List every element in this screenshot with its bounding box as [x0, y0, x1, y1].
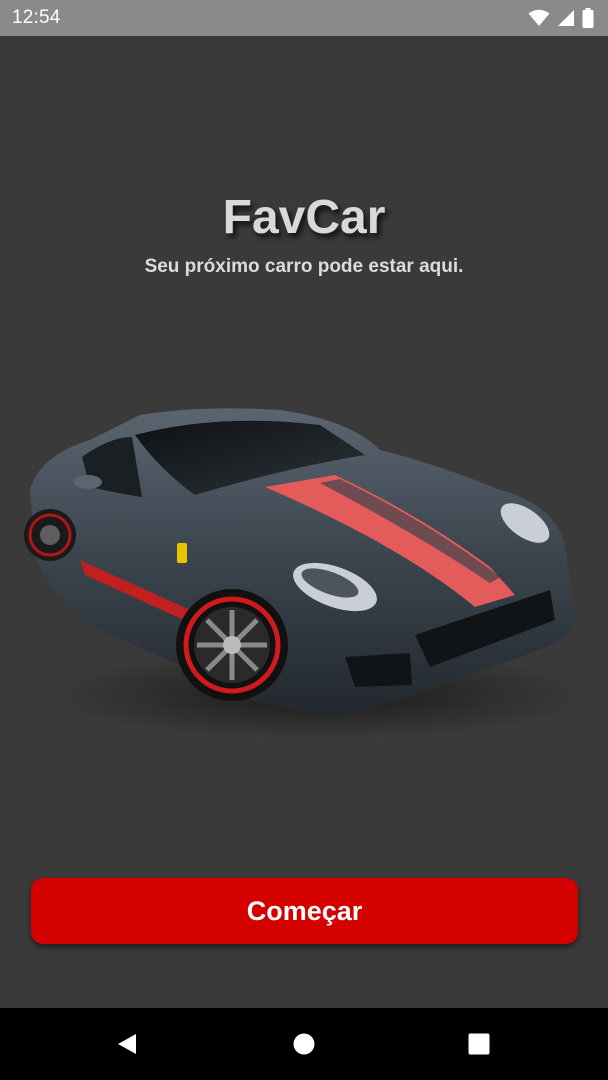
status-icons — [528, 8, 594, 28]
app-title: FavCar — [222, 191, 386, 244]
recents-icon[interactable] — [449, 1008, 509, 1080]
app-subtitle: Seu próximo carro pode estar aqui. — [144, 256, 464, 277]
back-icon[interactable] — [97, 1008, 157, 1080]
wifi-icon — [528, 9, 550, 27]
status-time: 12:54 — [12, 7, 61, 28]
sports-car-illustration — [24, 408, 590, 740]
navigation-bar — [0, 1008, 608, 1080]
start-button[interactable]: Começar — [31, 878, 578, 944]
battery-icon — [582, 8, 594, 28]
cellular-signal-icon — [557, 9, 575, 27]
home-icon[interactable] — [274, 1008, 334, 1080]
status-bar: 12:54 — [0, 0, 608, 36]
